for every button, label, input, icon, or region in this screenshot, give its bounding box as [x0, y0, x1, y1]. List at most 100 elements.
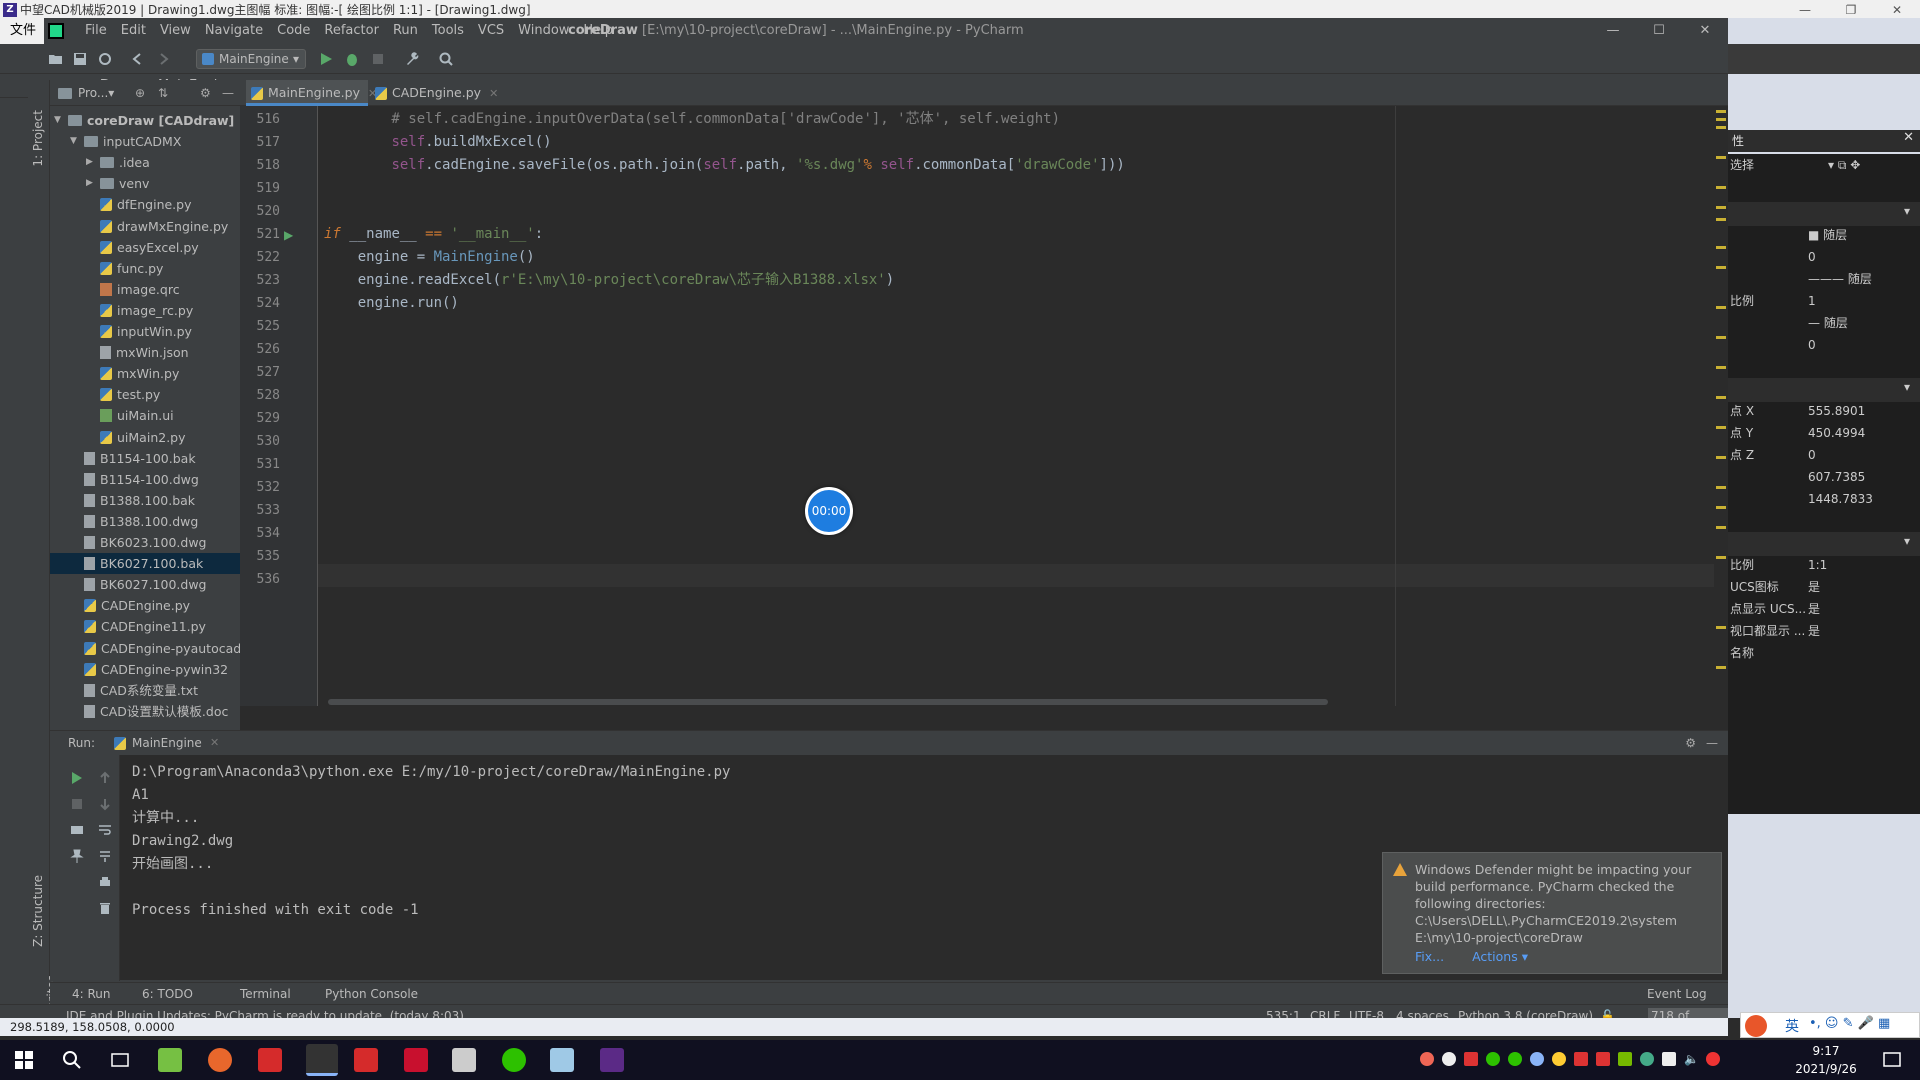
close-icon[interactable]: ✕	[1903, 130, 1914, 145]
tree-item[interactable]: dfEngine.py	[50, 194, 240, 215]
menu-edit[interactable]: Edit	[114, 18, 153, 44]
code-line[interactable]: if __name__ == '__main__':	[324, 223, 543, 246]
tree-item[interactable]: inputWin.py	[50, 321, 240, 342]
project-tool-tab[interactable]: 1: Project	[31, 110, 45, 167]
cad-close-button[interactable]: ✕	[1874, 0, 1920, 20]
run-icon[interactable]	[318, 51, 334, 67]
tree-item[interactable]: B1388.100.dwg	[50, 511, 240, 532]
cad-property-row[interactable]: 比例 1:1	[1728, 554, 1920, 576]
cad-property-row[interactable]: ——— 随层	[1728, 268, 1920, 290]
tree-item[interactable]: BK6023.100.dwg	[50, 532, 240, 553]
editor-tab[interactable]: CADEngine.py ✕	[370, 80, 498, 106]
volume-icon[interactable]: 🔈	[1684, 1052, 1699, 1066]
warning-stripe-mark[interactable]	[1716, 426, 1726, 429]
firefox-icon[interactable]	[208, 1048, 232, 1072]
tray-icon[interactable]	[1486, 1052, 1500, 1066]
search-icon[interactable]	[60, 1048, 84, 1072]
taskbar-clock[interactable]: 9:17 2021/9/26	[1786, 1042, 1866, 1078]
hide-icon[interactable]: —	[222, 80, 234, 106]
tree-item[interactable]: func.py	[50, 258, 240, 279]
warning-stripe-mark[interactable]	[1716, 218, 1726, 221]
run-gutter-icon[interactable]: ▶	[284, 228, 293, 242]
warning-stripe-mark[interactable]	[1716, 396, 1726, 399]
run-configuration-select[interactable]: MainEngine	[196, 49, 306, 69]
maximize-button[interactable]: ☐	[1636, 18, 1682, 44]
sogou-logo-icon[interactable]	[1745, 1015, 1767, 1037]
editor-tab[interactable]: MainEngine.py ✕	[246, 80, 377, 106]
menu-code[interactable]: Code	[270, 18, 317, 44]
warning-stripe-mark[interactable]	[1716, 666, 1726, 669]
warning-stripe-mark[interactable]	[1716, 266, 1726, 269]
forward-arrow-icon[interactable]	[155, 51, 171, 67]
python-console-tool-tab[interactable]: Python Console	[325, 983, 418, 1005]
tree-item[interactable]: CADEngine.py	[50, 595, 240, 616]
tree-item[interactable]: test.py	[50, 384, 240, 405]
code-line[interactable]: self.cadEngine.saveFile(os.path.join(sel…	[324, 154, 1124, 177]
warning-stripe-mark[interactable]	[1716, 506, 1726, 509]
warning-stripe-mark[interactable]	[1716, 126, 1726, 129]
menu-run[interactable]: Run	[386, 18, 425, 44]
warning-stripe-mark[interactable]	[1716, 556, 1726, 559]
cad-property-row[interactable]: — 随层	[1728, 312, 1920, 334]
code-editor[interactable]: # self.cadEngine.inputOverData(self.comm…	[318, 106, 1718, 706]
app-red-icon[interactable]	[258, 1048, 282, 1072]
cad-property-row[interactable]: 点 Z 0	[1728, 444, 1920, 466]
cad-prop-section[interactable]	[1728, 202, 1920, 226]
search-icon[interactable]	[438, 51, 454, 67]
menu-refactor[interactable]: Refactor	[317, 18, 386, 44]
run-tab-mainengine[interactable]: MainEngine	[132, 731, 202, 755]
app-clover-icon[interactable]	[158, 1048, 182, 1072]
recording-timer-badge[interactable]: 00:00	[805, 487, 853, 535]
tree-item[interactable]: mxWin.json	[50, 342, 240, 363]
chevron-down-icon[interactable]: ▼	[70, 131, 77, 152]
windows-start-icon[interactable]	[12, 1048, 36, 1072]
todo-tool-tab[interactable]: 6: TODO	[142, 983, 193, 1005]
actions-link[interactable]: Actions ▾	[1472, 949, 1528, 964]
project-view-select[interactable]: Pro...▾	[78, 80, 114, 106]
tree-item[interactable]: easyExcel.py	[50, 237, 240, 258]
locate-icon[interactable]: ⊕	[135, 80, 145, 106]
cad-property-row[interactable]: 比例 1	[1728, 290, 1920, 312]
tree-item[interactable]: CADEngine-pyautocad	[50, 638, 240, 659]
tree-item[interactable]: ▼ inputCADMX	[50, 131, 240, 152]
warning-stripe-mark[interactable]	[1716, 246, 1726, 249]
cad-property-row[interactable]: 点 Y 450.4994	[1728, 422, 1920, 444]
task-view-icon[interactable]	[108, 1048, 132, 1072]
sogou-icon[interactable]	[1706, 1052, 1720, 1066]
cad-property-row[interactable]: UCS图标 是	[1728, 576, 1920, 598]
cad-property-row[interactable]: 视口都显示 ... 是	[1728, 620, 1920, 642]
warning-stripe-mark[interactable]	[1716, 336, 1726, 339]
cad-select-row[interactable]: 选择 ▾ ⧉ ✥	[1728, 154, 1920, 176]
warning-stripe-mark[interactable]	[1716, 156, 1726, 159]
tray-icon[interactable]	[1596, 1052, 1610, 1066]
app-notepad-icon[interactable]	[550, 1048, 574, 1072]
warning-stripe-mark[interactable]	[1716, 206, 1726, 209]
tree-item[interactable]: ▶ venv	[50, 173, 240, 194]
scrollbar-thumb[interactable]	[328, 699, 1328, 705]
save-icon[interactable]	[72, 51, 88, 67]
tree-item[interactable]: CADEngine11.py	[50, 616, 240, 637]
code-line[interactable]: # self.cadEngine.inputOverData(self.comm…	[324, 108, 1060, 131]
close-button[interactable]: ✕	[1682, 18, 1728, 44]
hide-icon[interactable]: —	[1706, 731, 1718, 755]
sync-icon[interactable]	[97, 51, 113, 67]
warning-stripe-mark[interactable]	[1716, 366, 1726, 369]
close-icon[interactable]: ✕	[489, 87, 498, 100]
cad-restore-button[interactable]: ❐	[1828, 0, 1874, 20]
warning-stripe-mark[interactable]	[1716, 626, 1726, 629]
cad-property-row[interactable]: 点 X 555.8901	[1728, 400, 1920, 422]
ime-tools-icon[interactable]: •, ☺ ✎ 🎤 ▦	[1809, 1016, 1890, 1031]
code-line[interactable]: engine.readExcel(r'E:\my\10-project\core…	[324, 269, 894, 292]
menu-file[interactable]: File	[78, 18, 114, 44]
up-arrow-icon[interactable]	[98, 771, 112, 785]
wrench-icon[interactable]	[404, 51, 420, 67]
tree-item[interactable]: mxWin.py	[50, 363, 240, 384]
cad-minimize-button[interactable]: —	[1782, 0, 1828, 20]
tray-icon[interactable]	[1442, 1052, 1456, 1066]
open-folder-icon[interactable]	[48, 51, 64, 67]
tree-item[interactable]: B1154-100.bak	[50, 448, 240, 469]
minimize-button[interactable]: —	[1590, 18, 1636, 44]
trash-icon[interactable]	[98, 901, 112, 915]
chevron-down-icon[interactable]: ▼	[54, 110, 61, 131]
warning-stripe-mark[interactable]	[1716, 186, 1726, 189]
